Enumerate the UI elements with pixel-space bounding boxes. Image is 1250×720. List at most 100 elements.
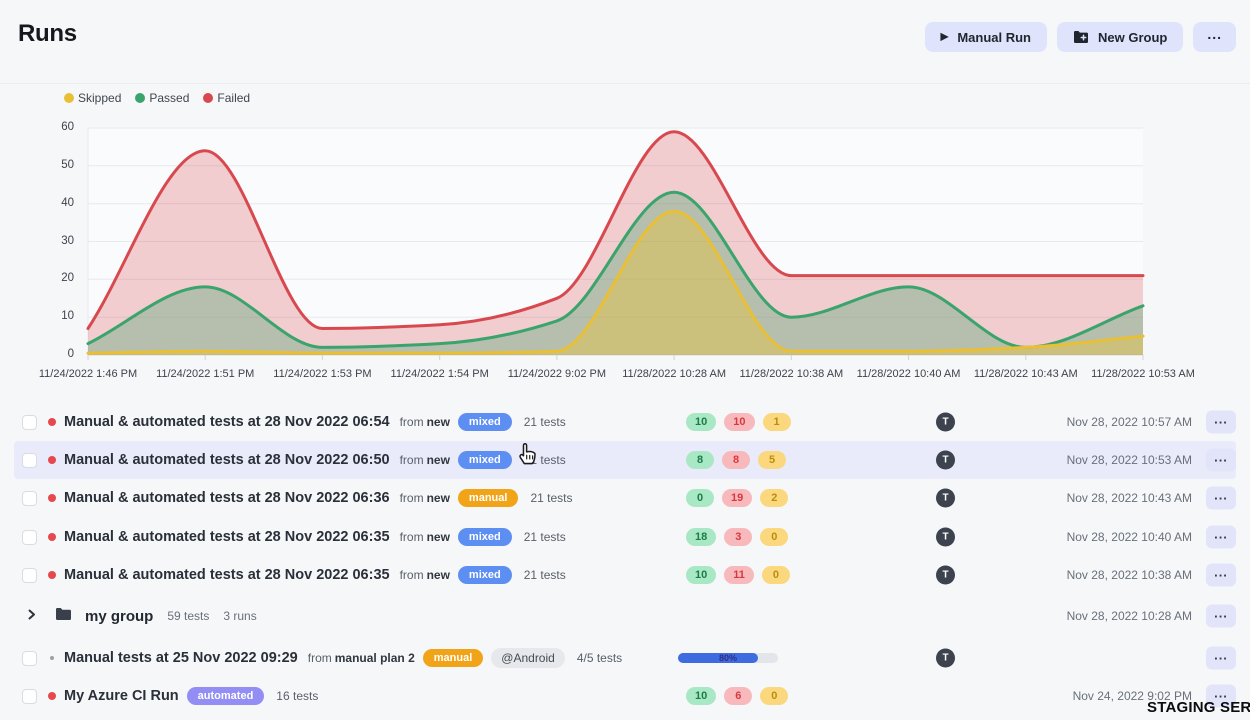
ellipsis-icon: ... [1214, 565, 1228, 580]
y-tick-label: 0 [40, 348, 74, 360]
run-progress-bar: 80% [678, 653, 778, 663]
run-title: Manual & automated tests at 28 Nov 2022 … [64, 414, 390, 430]
status-dot [48, 456, 56, 464]
run-timestamp: Nov 28, 2022 10:40 AM [1067, 518, 1192, 556]
row-left: my group59 tests3 runs [22, 597, 257, 635]
passed-count: 10 [686, 566, 716, 584]
failed-count: 6 [724, 687, 752, 705]
run-from: fromnew [400, 530, 450, 544]
avatar: T [936, 413, 955, 432]
run-type-badge: mixed [458, 528, 512, 546]
x-tick-label: 11/28/2022 10:28 AM [622, 368, 726, 380]
run-row[interactable]: Manual & automated tests at 28 Nov 2022 … [14, 518, 1236, 556]
from-label: from [400, 415, 424, 429]
y-tick-label: 10 [40, 310, 74, 322]
run-checkbox[interactable] [22, 651, 37, 666]
from-plan: new [427, 530, 450, 544]
row-more-button[interactable]: ... [1206, 647, 1236, 670]
status-dot [48, 571, 56, 579]
x-tick-label: 11/28/2022 10:53 AM [1091, 368, 1195, 380]
row-more-button[interactable]: ... [1206, 411, 1236, 434]
avatar: T [936, 528, 955, 547]
tests-count: 16 tests [276, 689, 318, 703]
status-dot [48, 692, 56, 700]
result-counts: 1830 [686, 518, 788, 556]
run-checkbox[interactable] [22, 689, 37, 704]
run-checkbox[interactable] [22, 491, 37, 506]
passed-count: 0 [686, 489, 714, 507]
run-title: Manual & automated tests at 28 Nov 2022 … [64, 490, 390, 506]
run-title: My Azure CI Run [64, 688, 179, 704]
row-left: My Azure CI Runautomated16 tests [22, 677, 318, 715]
tests-count: 21 tests [524, 568, 566, 582]
row-left: Manual tests at 25 Nov 2022 09:29fromman… [22, 639, 622, 677]
staging-server-watermark: STAGING SERVER [1147, 699, 1250, 716]
run-from: fromnew [400, 491, 450, 505]
run-title: Manual & automated tests at 28 Nov 2022 … [64, 452, 390, 468]
run-checkbox[interactable] [22, 568, 37, 583]
tests-count: 21 tests [530, 491, 572, 505]
from-plan: manual plan 2 [335, 651, 415, 665]
status-dot [48, 494, 56, 502]
row-more-button[interactable]: ... [1206, 526, 1236, 549]
row-more-button[interactable]: ... [1206, 449, 1236, 472]
run-timestamp: Nov 28, 2022 10:38 AM [1067, 556, 1192, 594]
from-label: from [308, 651, 332, 665]
skipped-count: 0 [762, 566, 790, 584]
status-dot [48, 418, 56, 426]
run-row[interactable]: Manual & automated tests at 28 Nov 2022 … [14, 479, 1236, 517]
from-label: from [400, 568, 424, 582]
run-checkbox[interactable] [22, 530, 37, 545]
run-type-badge: manual [458, 489, 519, 507]
y-tick-label: 40 [40, 197, 74, 209]
row-more-button[interactable]: ... [1206, 605, 1236, 628]
row-left: Manual & automated tests at 28 Nov 2022 … [22, 403, 566, 441]
from-plan: new [427, 415, 450, 429]
from-plan: new [427, 491, 450, 505]
tests-count: 21 tests [524, 530, 566, 544]
ellipsis-icon: ... [1214, 412, 1228, 427]
status-dot [50, 656, 54, 660]
skipped-count: 1 [763, 413, 791, 431]
avatar: T [936, 451, 955, 470]
result-counts: 1060 [686, 677, 788, 715]
run-row[interactable]: My Azure CI Runautomated16 tests1060Nov … [14, 677, 1236, 715]
run-row[interactable]: Manual & automated tests at 28 Nov 2022 … [14, 403, 1236, 441]
row-more-button[interactable]: ... [1206, 487, 1236, 510]
y-tick-label: 50 [40, 159, 74, 171]
failed-count: 11 [724, 566, 754, 584]
tests-count: 21 tests [524, 453, 566, 467]
run-checkbox[interactable] [22, 415, 37, 430]
group-row[interactable]: my group59 tests3 runsNov 28, 2022 10:28… [14, 597, 1236, 635]
row-more-button[interactable]: ... [1206, 564, 1236, 587]
run-row[interactable]: Manual & automated tests at 28 Nov 2022 … [14, 441, 1236, 479]
skipped-count: 2 [760, 489, 788, 507]
x-tick-label: 11/28/2022 10:38 AM [739, 368, 843, 380]
passed-count: 18 [686, 528, 716, 546]
y-tick-label: 60 [40, 121, 74, 133]
passed-count: 10 [686, 413, 716, 431]
from-label: from [400, 491, 424, 505]
run-row[interactable]: Manual & automated tests at 28 Nov 2022 … [14, 556, 1236, 594]
chevron-right-icon[interactable] [26, 607, 37, 625]
row-left: Manual & automated tests at 28 Nov 2022 … [22, 518, 566, 556]
folder-icon [55, 607, 72, 626]
progress-label: 80% [678, 653, 778, 663]
x-tick-label: 11/24/2022 9:02 PM [508, 368, 606, 380]
run-type-badge: manual [423, 649, 484, 667]
result-counts: 0 19 2 [686, 479, 788, 517]
run-title: Manual tests at 25 Nov 2022 09:29 [64, 650, 298, 666]
tests-count: 4/5 tests [577, 651, 622, 665]
run-row[interactable]: Manual tests at 25 Nov 2022 09:29fromman… [14, 639, 1236, 677]
run-timestamp: Nov 28, 2022 10:53 AM [1067, 441, 1192, 479]
x-tick-label: 11/28/2022 10:43 AM [974, 368, 1078, 380]
result-counts: 10101 [686, 403, 791, 441]
run-from: fromnew [400, 453, 450, 467]
skipped-count: 5 [758, 451, 786, 469]
run-checkbox[interactable] [22, 453, 37, 468]
passed-count: 10 [686, 687, 716, 705]
group-runs-count: 3 runs [223, 609, 256, 623]
ellipsis-icon: ... [1214, 648, 1228, 663]
failed-count: 19 [722, 489, 752, 507]
run-title: Manual & automated tests at 28 Nov 2022 … [64, 529, 390, 545]
